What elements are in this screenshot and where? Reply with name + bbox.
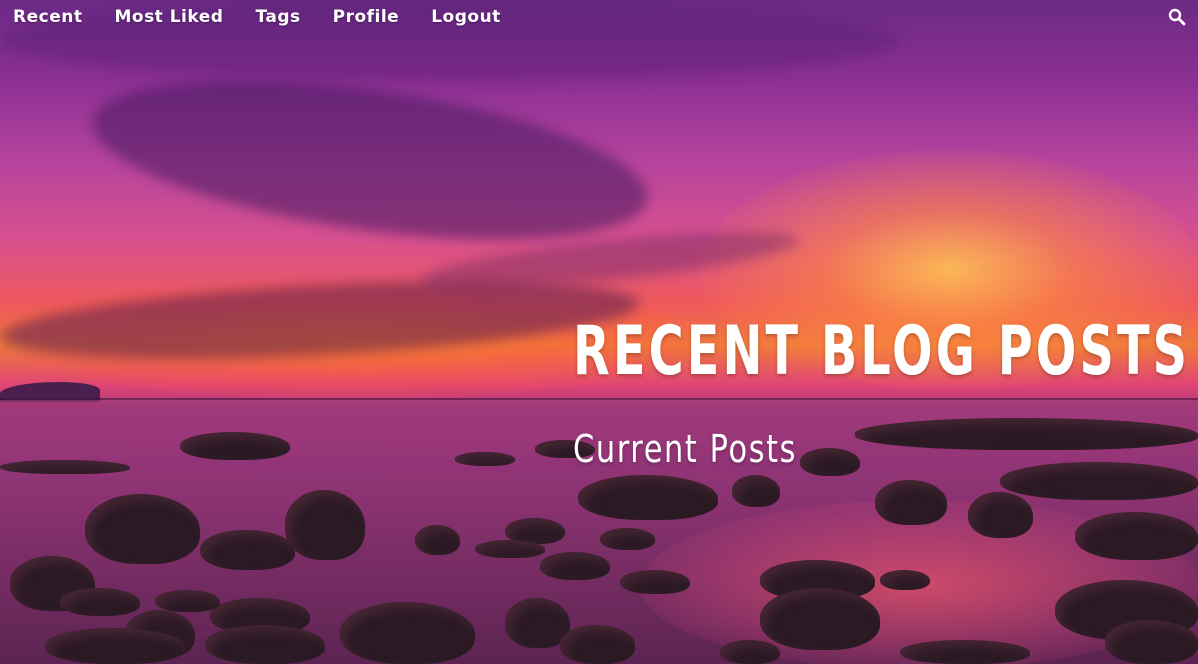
rock (205, 625, 325, 664)
rock (415, 525, 460, 555)
search-icon-graphic (1168, 8, 1186, 26)
rock (1000, 462, 1198, 500)
rock (620, 570, 690, 594)
rock (800, 448, 860, 476)
rock (455, 452, 515, 466)
nav-link-logout[interactable]: Logout (431, 7, 501, 27)
rock (475, 540, 545, 558)
cloud (82, 51, 658, 269)
page-title: RECENT BLOG POSTS (573, 312, 1191, 391)
rock (732, 475, 780, 507)
rock (760, 588, 880, 650)
page: Recent Most Liked Tags Profile Logout RE… (0, 0, 1198, 664)
rock (0, 460, 130, 474)
rock (540, 552, 610, 580)
rock (60, 588, 140, 616)
rock (560, 625, 635, 664)
nav-link-most-liked[interactable]: Most Liked (114, 7, 223, 27)
page-subtitle: Current Posts (573, 427, 798, 471)
rock (900, 640, 1030, 664)
rock (578, 475, 718, 520)
rock (200, 530, 295, 570)
rock (155, 590, 220, 612)
top-navbar: Recent Most Liked Tags Profile Logout (0, 0, 1198, 34)
rock (340, 602, 475, 664)
rock (180, 432, 290, 460)
rock (875, 480, 947, 525)
rock (880, 570, 930, 590)
nav-link-profile[interactable]: Profile (333, 7, 400, 27)
nav-links: Recent Most Liked Tags Profile Logout (13, 7, 533, 27)
rock (720, 640, 780, 664)
rock (1075, 512, 1198, 560)
rock (1105, 620, 1198, 664)
rock (45, 628, 185, 664)
search-icon[interactable] (1168, 8, 1186, 26)
rock (968, 492, 1033, 538)
rock (85, 494, 200, 564)
nav-link-recent[interactable]: Recent (13, 7, 82, 27)
rock (285, 490, 365, 560)
nav-link-tags[interactable]: Tags (255, 7, 300, 27)
rock (600, 528, 655, 550)
rock (855, 418, 1198, 450)
